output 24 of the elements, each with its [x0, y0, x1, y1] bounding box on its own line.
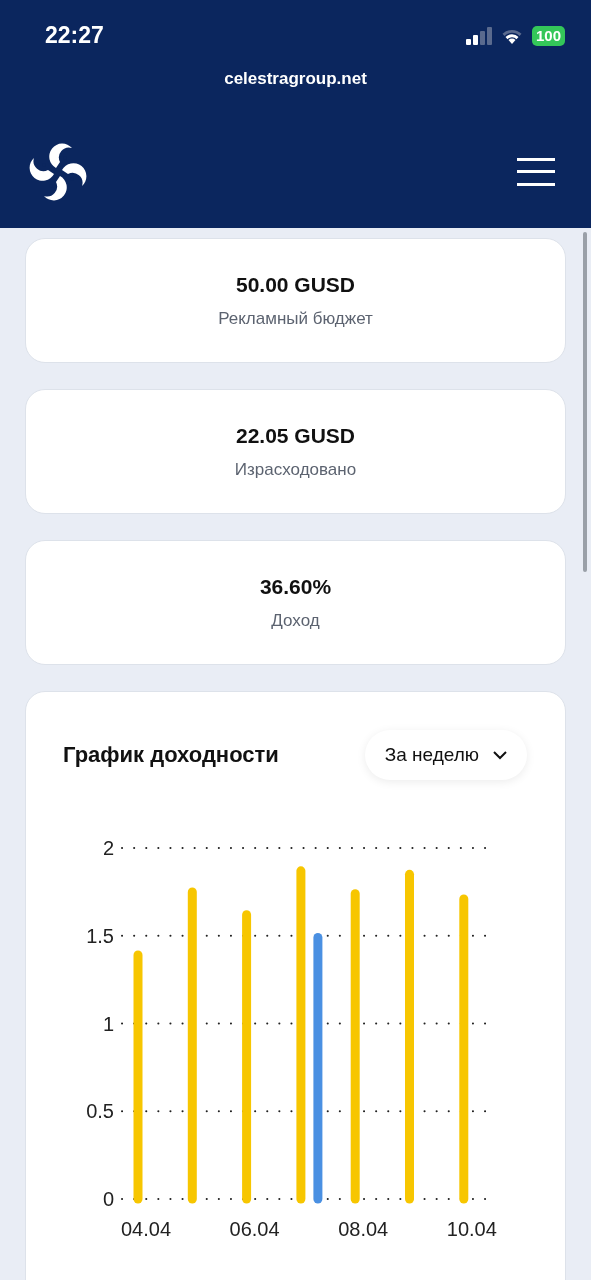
url-text[interactable]: celestragroup.net	[26, 69, 565, 89]
stat-label: Рекламный бюджет	[218, 308, 373, 329]
logo-icon[interactable]	[29, 143, 87, 201]
signal-icon	[465, 26, 492, 45]
stat-value: 50.00 GUSD	[235, 272, 356, 297]
stat-label: Израсходовано	[234, 459, 357, 480]
chart-title: График доходности	[63, 742, 279, 768]
y-tick-label: 2	[102, 837, 114, 859]
x-tick-label: 06.04	[229, 1218, 280, 1240]
y-tick-label: 0	[102, 1188, 114, 1210]
stat-label: Доход	[271, 610, 320, 631]
x-tick-label: 04.04	[120, 1218, 172, 1240]
x-tick-label: 10.04	[446, 1218, 497, 1240]
clock: 22:27	[45, 22, 104, 49]
period-dropdown[interactable]: За неделю	[364, 730, 527, 780]
stat-value: 22.05 GUSD	[235, 423, 356, 448]
y-tick-label: 0.5	[86, 1100, 114, 1123]
x-tick-label: 08.04	[338, 1218, 389, 1240]
menu-icon[interactable]	[517, 158, 555, 186]
y-tick-label: 1	[102, 1012, 114, 1035]
battery-level: 100	[531, 25, 565, 46]
y-tick-label: 1.5	[86, 924, 114, 947]
stat-value: 36.60%	[259, 574, 332, 599]
chevron-icon	[493, 750, 507, 760]
